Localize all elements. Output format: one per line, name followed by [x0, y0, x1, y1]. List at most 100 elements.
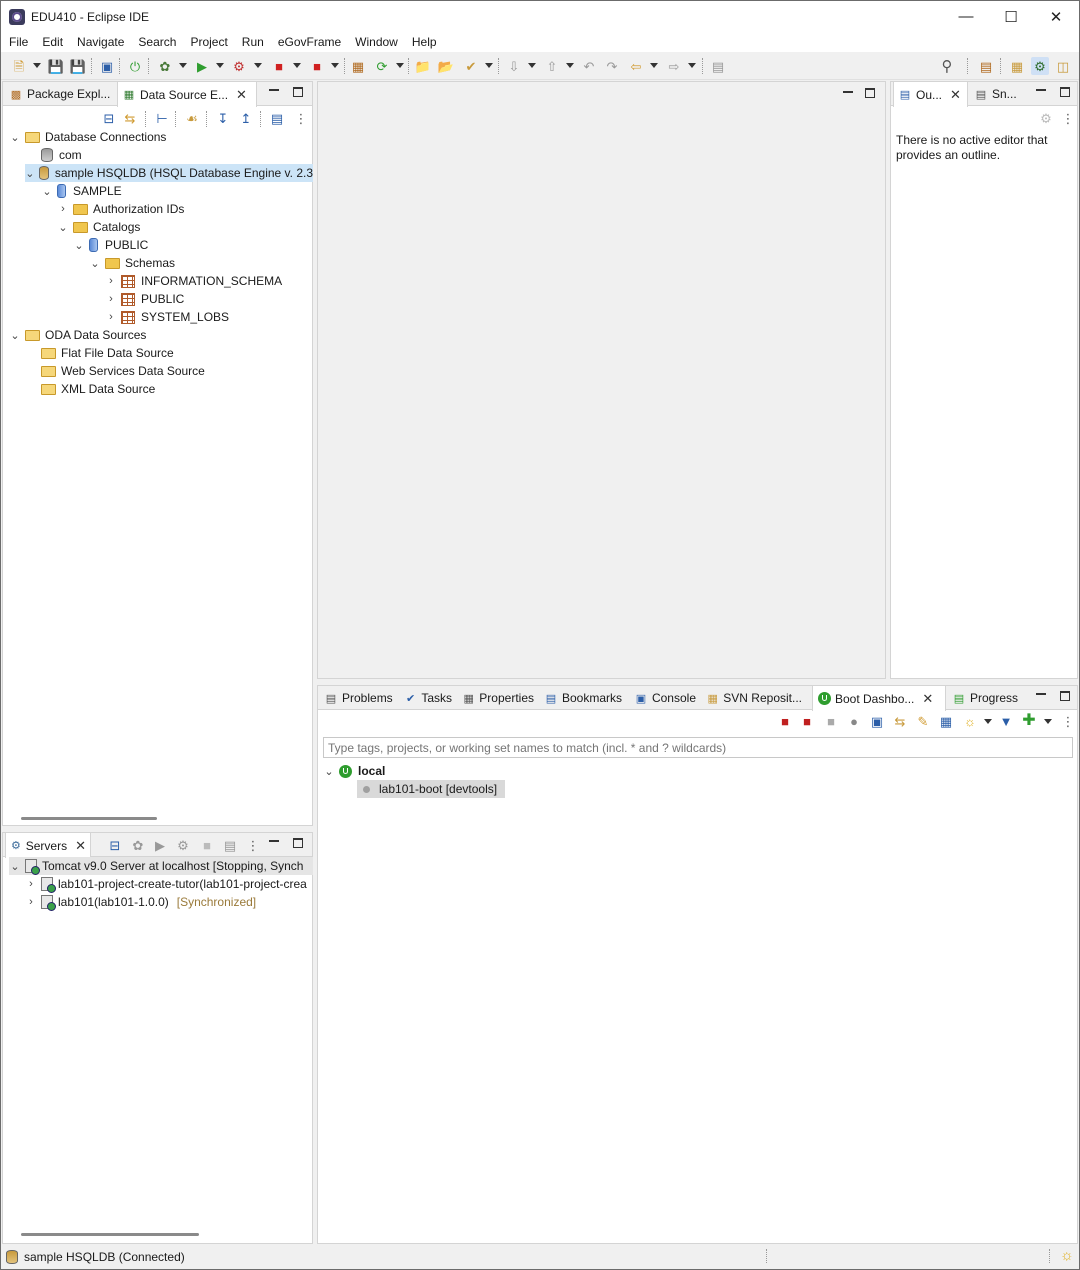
tree-module[interactable]: › lab101-project-create-tutor(lab101-pro… [25, 875, 307, 893]
refresh-icon[interactable]: ⟳ [373, 57, 391, 75]
tab-properties[interactable]: ▦ Properties [458, 686, 538, 710]
close-tab-icon[interactable]: ✕ [922, 691, 933, 707]
expand-icon[interactable]: ⌄ [25, 167, 35, 180]
menu-run[interactable]: Run [235, 32, 271, 52]
previous-annotation-icon[interactable]: ⇧ [543, 57, 561, 75]
tree-oda-data-sources[interactable]: ⌄ ODA Data Sources [9, 326, 146, 344]
tab-progress[interactable]: ▤ Progress [948, 686, 1022, 710]
expand-icon[interactable]: ⌄ [9, 329, 21, 342]
tree-module[interactable]: › lab101(lab101-1.0.0) [Synchronized] [25, 893, 256, 911]
lightbulb-icon[interactable]: ☼ [961, 712, 979, 730]
java-perspective-icon[interactable]: ▦ [1008, 57, 1026, 75]
run-icon[interactable]: ▶ [193, 57, 211, 75]
connect-icon[interactable]: ☙ [183, 109, 201, 127]
tree-catalog-public[interactable]: ⌄ PUBLIC [73, 236, 148, 254]
forward-dropdown-icon[interactable] [688, 63, 696, 68]
tree-schema-public[interactable]: › PUBLIC [105, 290, 184, 308]
horizontal-scrollbar[interactable] [21, 1233, 199, 1236]
expand-icon[interactable]: ⌄ [323, 765, 335, 778]
tree-flat-file-data-source[interactable]: Flat File Data Source [25, 344, 174, 362]
next-annotation-icon[interactable]: ⇩ [505, 57, 523, 75]
forward-icon[interactable]: ⇨ [665, 57, 683, 75]
new-dropdown-icon[interactable] [33, 63, 41, 68]
collapse-all-icon[interactable]: ⊟ [106, 836, 124, 854]
add-dropdown-icon[interactable] [1044, 719, 1052, 724]
expand-icon[interactable]: ⌄ [9, 131, 21, 144]
previous-annotation-dropdown-icon[interactable] [566, 63, 574, 68]
run-dropdown-icon[interactable] [216, 63, 224, 68]
filter-icon[interactable]: ▼ [997, 712, 1015, 730]
tree-schema-system-lobs[interactable]: › SYSTEM_LOBS [105, 308, 229, 326]
maximize-view-icon[interactable] [293, 838, 303, 848]
boot-dashboard-filter-input[interactable] [323, 737, 1073, 758]
link-icon[interactable]: ⇆ [891, 712, 909, 730]
menu-file[interactable]: File [2, 32, 35, 52]
tree-connection-com[interactable]: com [25, 146, 82, 164]
lightbulb-icon[interactable]: ☼ [1060, 1247, 1074, 1264]
close-tab-icon[interactable]: ✕ [950, 87, 961, 103]
minimize-editor-icon[interactable] [843, 91, 853, 93]
maximize-view-icon[interactable] [1060, 87, 1070, 97]
close-button[interactable]: ✕ [1033, 1, 1079, 32]
tab-package-explorer[interactable]: ▩ Package Expl... [5, 82, 117, 106]
tree-schemas[interactable]: ⌄ Schemas [89, 254, 175, 272]
tree-boot-app[interactable]: lab101-boot [devtools] [357, 780, 505, 798]
start-app-icon[interactable]: ■ [776, 712, 794, 730]
import-icon[interactable]: ↧ [214, 109, 232, 127]
expand-icon[interactable]: ⌄ [57, 221, 69, 234]
stop-app-icon[interactable]: ■ [822, 712, 840, 730]
forward-edit-icon[interactable]: ↷ [603, 57, 621, 75]
open-type-icon[interactable]: 📁 [414, 57, 432, 75]
open-perspective-icon[interactable]: ▤ [977, 57, 995, 75]
collapse-all-icon[interactable]: ⊟ [100, 109, 118, 127]
close-tab-icon[interactable]: ✕ [236, 87, 247, 103]
menu-project[interactable]: Project [183, 32, 234, 52]
refresh-dropdown-icon[interactable] [396, 63, 404, 68]
minimize-view-icon[interactable] [269, 89, 279, 91]
view-menu-icon[interactable]: ⋮ [1059, 712, 1077, 730]
minimize-view-icon[interactable] [1036, 693, 1046, 695]
new-icon[interactable]: 🗎 [10, 57, 28, 75]
filter-tree-icon[interactable]: ⊢ [153, 109, 171, 127]
tab-outline[interactable]: ▤ Ou... ✕ [893, 82, 968, 107]
menu-navigate[interactable]: Navigate [70, 32, 131, 52]
menu-search[interactable]: Search [131, 32, 183, 52]
tree-authorization-ids[interactable]: › Authorization IDs [57, 200, 184, 218]
tree-xml-data-source[interactable]: XML Data Source [25, 380, 155, 398]
expand-icon[interactable]: ⌄ [9, 860, 21, 873]
view-menu-icon[interactable]: ⋮ [292, 109, 310, 127]
outline-options-icon[interactable]: ⚙ [1037, 109, 1055, 127]
new-connection-icon[interactable]: ▤ [268, 109, 286, 127]
tab-tasks[interactable]: ✔ Tasks [400, 686, 456, 710]
boot-dashboard-icon[interactable]: ⏻ [126, 57, 144, 75]
view-menu-icon[interactable]: ⋮ [1059, 109, 1077, 127]
next-annotation-dropdown-icon[interactable] [528, 63, 536, 68]
tab-snippets[interactable]: ▤ Sn... [970, 82, 1030, 106]
expand-icon[interactable]: ⌄ [73, 239, 85, 252]
pin-editor-icon[interactable]: ▤ [709, 57, 727, 75]
collapse-icon[interactable]: › [105, 293, 117, 305]
maximize-button[interactable]: ☐ [988, 1, 1034, 32]
debug-dropdown-icon[interactable] [179, 63, 187, 68]
debug-icon[interactable]: ✿ [156, 57, 174, 75]
tree-sample-database[interactable]: ⌄ SAMPLE [41, 182, 122, 200]
package-icon[interactable]: ▦ [349, 57, 367, 75]
collapse-icon[interactable]: › [57, 203, 69, 215]
close-tab-icon[interactable]: ✕ [75, 838, 86, 854]
tree-local-target[interactable]: ⌄ local [323, 762, 385, 780]
tab-svn-repositories[interactable]: ▦ SVN Reposit... [702, 686, 806, 710]
horizontal-scrollbar[interactable] [21, 817, 157, 820]
tab-bookmarks[interactable]: ▤ Bookmarks [540, 686, 628, 710]
export-icon[interactable]: ↥ [237, 109, 255, 127]
minimize-view-icon[interactable] [269, 840, 279, 842]
last-edit-icon[interactable]: ↶ [580, 57, 598, 75]
publish-icon[interactable]: ▤ [221, 836, 239, 854]
debug-server-icon[interactable]: ✿ [129, 836, 147, 854]
minimize-button[interactable]: — [943, 1, 989, 32]
search-tool-icon[interactable]: ✔ [462, 57, 480, 75]
collapse-icon[interactable]: › [105, 311, 117, 323]
tree-connection-sample[interactable]: ⌄ sample HSQLDB (HSQL Database Engine v.… [25, 164, 313, 182]
tree-web-services-data-source[interactable]: Web Services Data Source [25, 362, 205, 380]
open-web-browser-icon[interactable]: ● [845, 712, 863, 730]
link-editor-icon[interactable]: ⇆ [121, 109, 139, 127]
